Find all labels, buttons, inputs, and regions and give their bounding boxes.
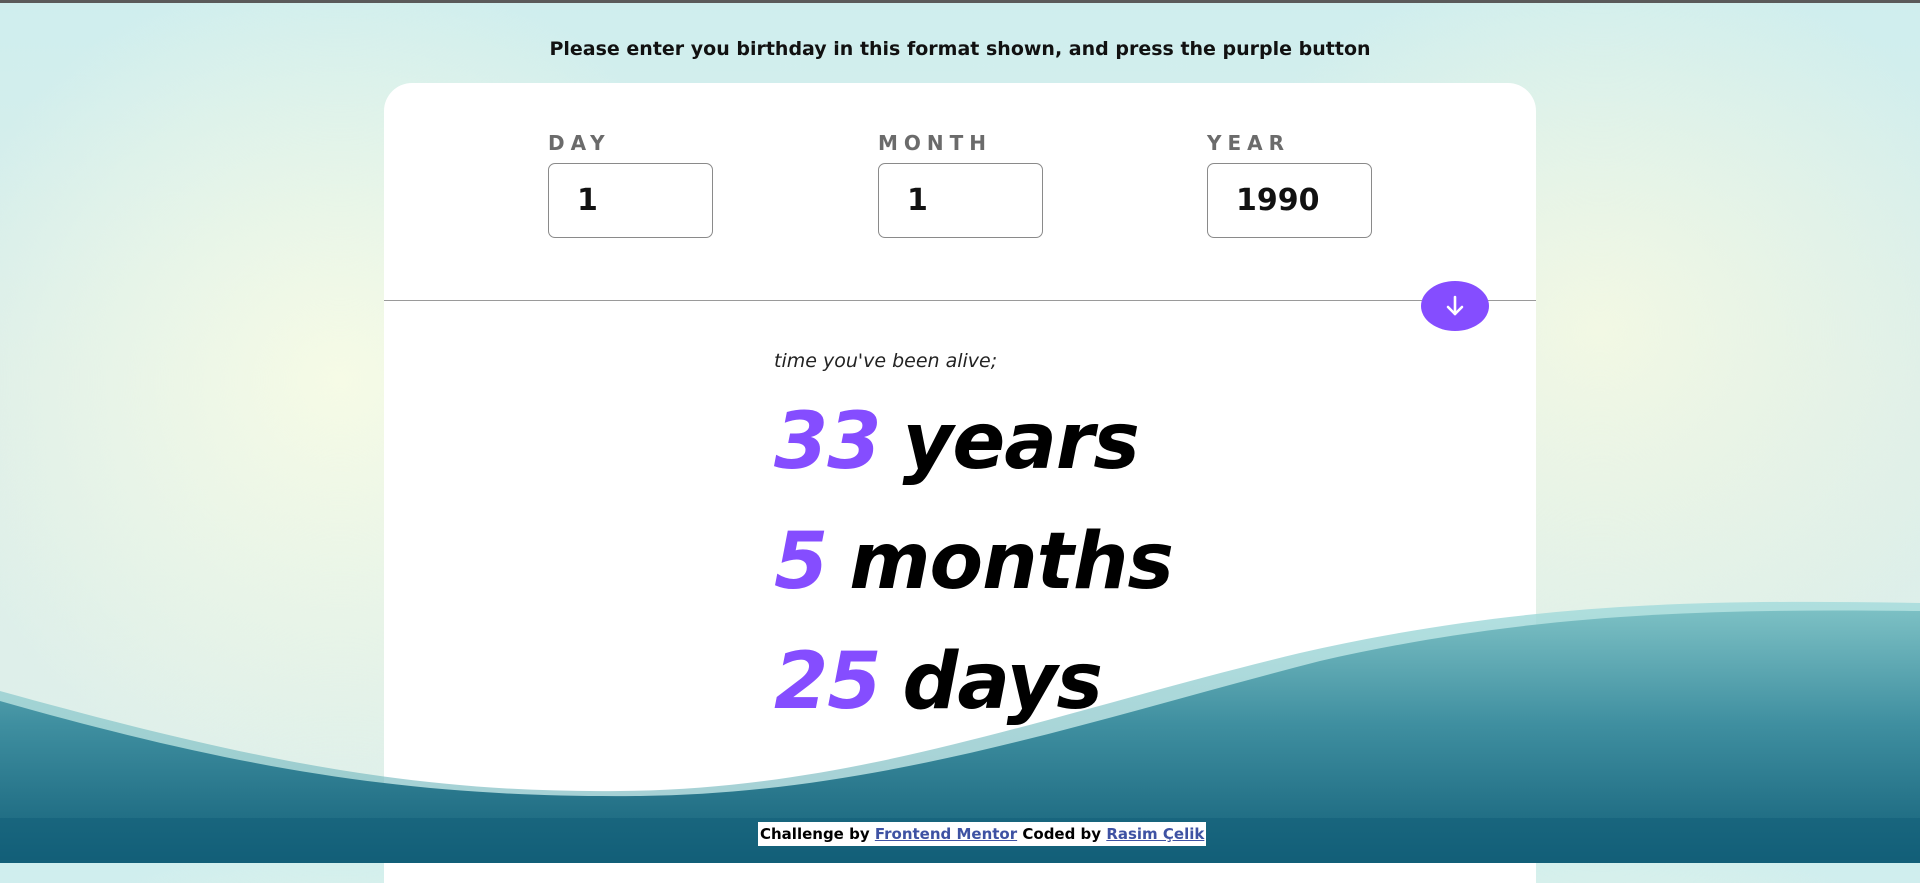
months-value: 5 bbox=[774, 517, 828, 607]
day-field: DAY bbox=[548, 131, 713, 238]
age-calculator-card: DAY MONTH YEAR time you've been alive; 3… bbox=[384, 83, 1536, 883]
days-row: 25 days bbox=[774, 622, 1173, 742]
instruction-text: Please enter you birthday in this format… bbox=[549, 38, 1371, 60]
days-value: 25 bbox=[774, 637, 882, 727]
years-unit: years bbox=[902, 397, 1140, 487]
days-unit: days bbox=[902, 637, 1103, 727]
coded-prefix: Coded by bbox=[1022, 825, 1102, 843]
months-row: 5 months bbox=[774, 502, 1174, 622]
month-label: MONTH bbox=[878, 131, 993, 155]
month-field: MONTH bbox=[878, 131, 1043, 238]
arrow-down-icon bbox=[1446, 295, 1464, 316]
submit-button[interactable] bbox=[1421, 281, 1489, 331]
day-label: DAY bbox=[548, 131, 611, 155]
challenge-prefix: Challenge by bbox=[760, 825, 870, 843]
attribution-footer: Challenge by Frontend Mentor Coded by Ra… bbox=[758, 822, 1207, 846]
months-unit: months bbox=[849, 517, 1174, 607]
year-input[interactable] bbox=[1207, 163, 1372, 238]
year-field: YEAR bbox=[1207, 131, 1372, 238]
frontend-mentor-link[interactable]: Frontend Mentor bbox=[875, 825, 1017, 843]
day-input[interactable] bbox=[548, 163, 713, 238]
results-caption: time you've been alive; bbox=[774, 350, 998, 372]
divider bbox=[384, 300, 1536, 301]
month-input[interactable] bbox=[878, 163, 1043, 238]
results-panel: time you've been alive; 33 years 5 months … bbox=[774, 350, 1174, 742]
year-label: YEAR bbox=[1207, 131, 1291, 155]
years-row: 33 years bbox=[774, 382, 1173, 502]
years-value: 33 bbox=[774, 397, 882, 487]
author-link[interactable]: Rasim Çelik bbox=[1106, 825, 1204, 843]
